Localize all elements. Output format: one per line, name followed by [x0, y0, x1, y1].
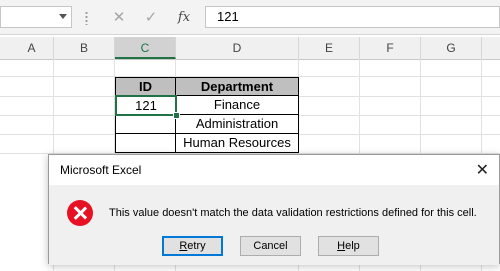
formula-bar: ✕ ✓ fx 121 [0, 0, 500, 35]
table-cell-department[interactable]: Human Resources [175, 133, 299, 153]
dialog-title: Microsoft Excel [60, 163, 142, 177]
column-header-f[interactable]: F [360, 37, 421, 59]
dialog-body: This value doesn't match the data valida… [49, 185, 499, 265]
table-cell-id[interactable] [115, 114, 176, 134]
table-cell-department[interactable]: Finance [175, 95, 299, 115]
dialog-titlebar[interactable]: Microsoft Excel ✕ [49, 155, 499, 185]
column-header-b[interactable]: B [54, 37, 115, 59]
chevron-down-icon[interactable] [59, 14, 67, 19]
column-header-e[interactable]: E [299, 37, 360, 59]
table-cell-id[interactable] [115, 133, 176, 153]
cancel-button[interactable]: Cancel [240, 236, 301, 256]
help-label: elp [345, 240, 360, 252]
column-header-a[interactable]: A [10, 37, 54, 59]
grip-icon[interactable] [85, 11, 88, 25]
insert-function-icon[interactable]: fx [173, 8, 195, 28]
error-icon [67, 200, 93, 226]
select-all-corner[interactable] [0, 37, 10, 59]
table-header-id[interactable]: ID [115, 77, 176, 96]
help-button[interactable]: Help [318, 236, 379, 256]
column-headers: A B C D E F G [0, 37, 500, 60]
column-header-d[interactable]: D [176, 37, 299, 59]
dialog-message: This value doesn't match the data valida… [109, 207, 477, 219]
help-mnemonic: H [337, 240, 346, 252]
retry-button[interactable]: Retry [162, 236, 223, 256]
fill-handle[interactable] [173, 112, 180, 119]
column-header-c[interactable]: C [115, 37, 176, 59]
enter-formula-icon[interactable]: ✓ [140, 8, 162, 28]
cancel-formula-icon[interactable]: ✕ [108, 8, 130, 28]
close-icon[interactable]: ✕ [476, 160, 489, 180]
name-box[interactable] [0, 6, 72, 28]
formula-input[interactable]: 121 [205, 6, 500, 28]
table-header-department[interactable]: Department [175, 77, 299, 96]
validation-error-dialog: Microsoft Excel ✕ This value doesn't mat… [48, 154, 500, 265]
column-header-g[interactable]: G [421, 37, 482, 59]
retry-label: etry [187, 240, 206, 252]
active-cell[interactable]: 121 [115, 95, 177, 116]
table-cell-department[interactable]: Administration [175, 114, 299, 134]
